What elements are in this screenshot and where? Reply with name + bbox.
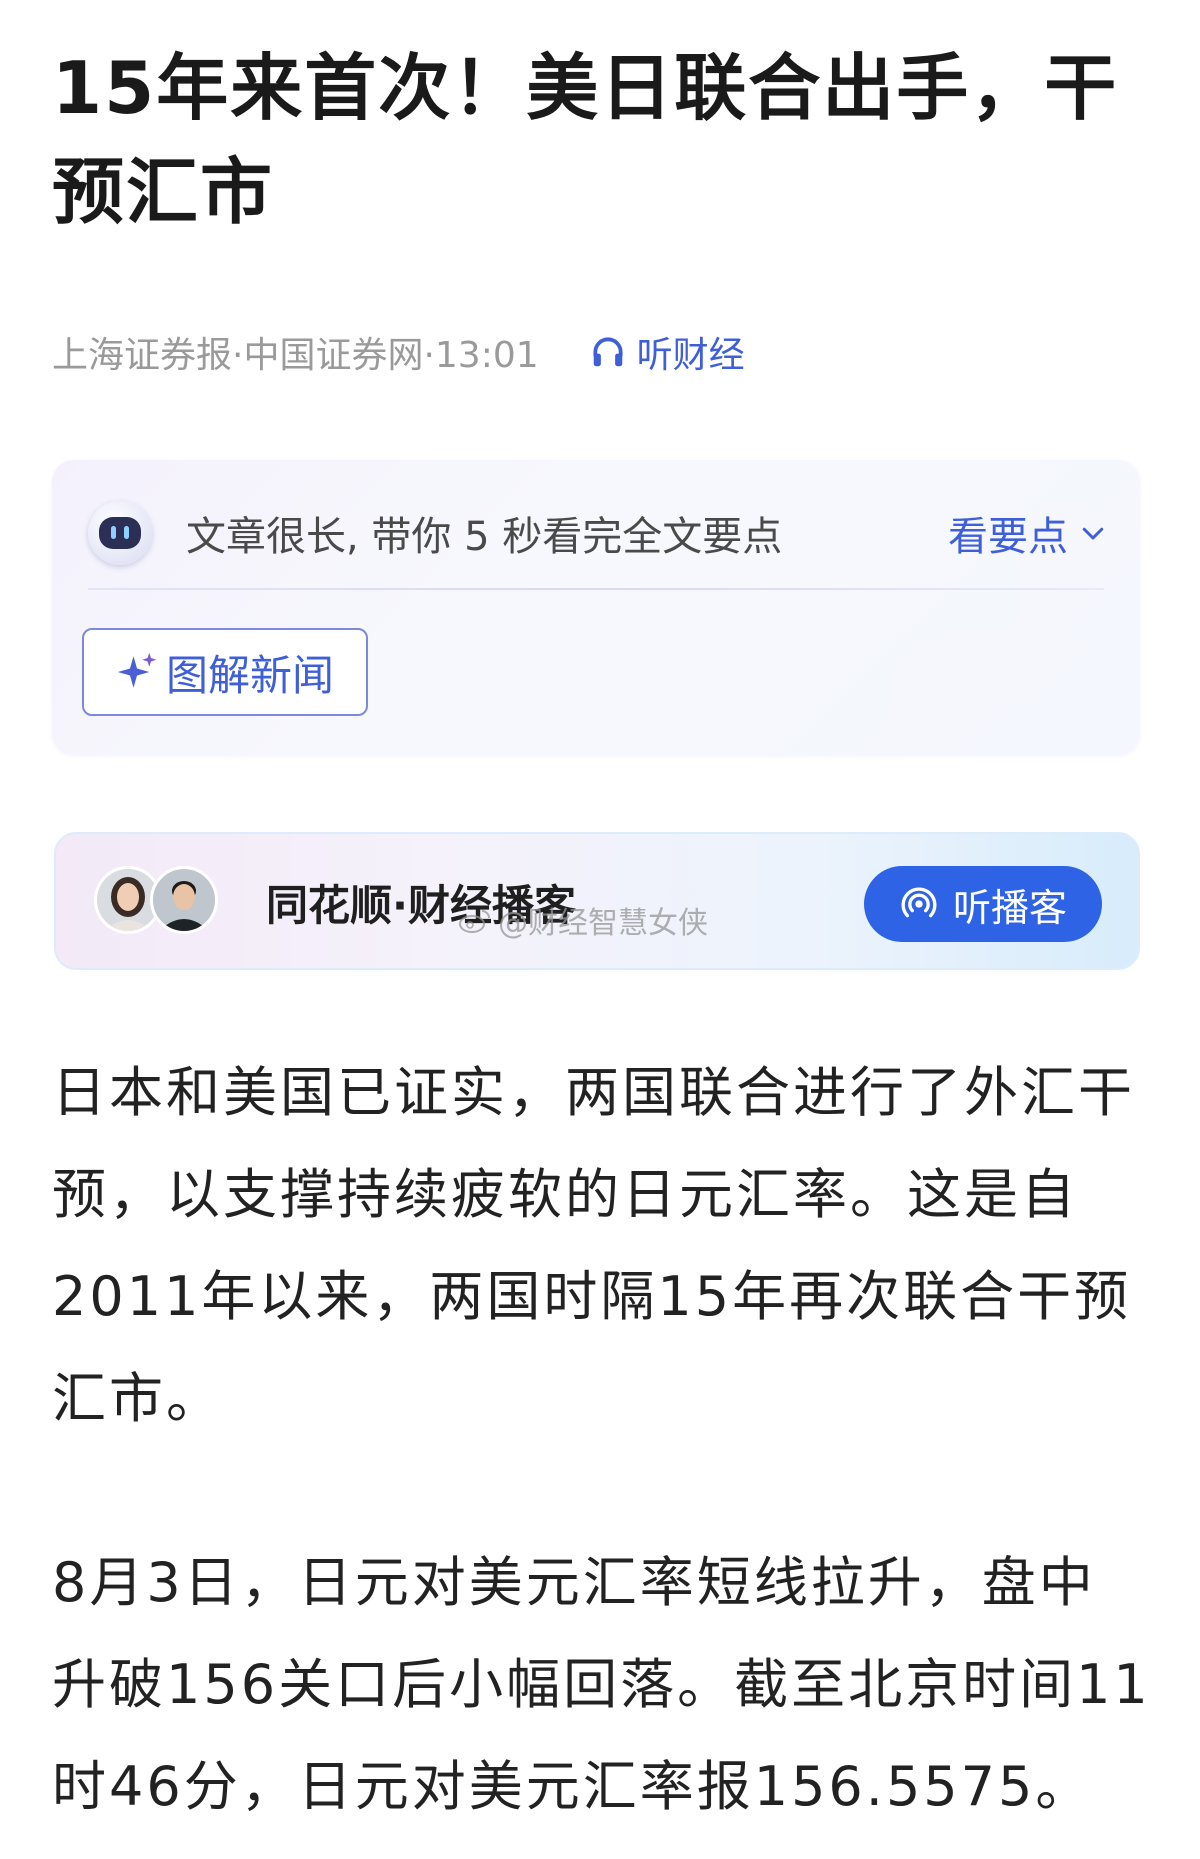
key-points-label: 看要点	[948, 514, 1068, 560]
listen-podcast-button[interactable]: 听播客	[864, 866, 1102, 942]
listen-finance-button[interactable]: 听财经	[589, 326, 745, 378]
article-title: 15年来首次！美日联合出手，干预汇市	[52, 46, 1119, 234]
podcast-hosts	[94, 866, 234, 938]
article-paragraph: 8月3日，日元对美元汇率短线拉升，盘中升破156关口后小幅回落。截至北京时间11…	[52, 1551, 1151, 1818]
article-page: 15年来首次！美日联合出手，干预汇市 上海证券报·中国证券网·13:01 听财经…	[0, 0, 1200, 1859]
article-meta: 上海证券报·中国证券网·13:01 听财经	[52, 322, 745, 382]
watermark-text: @财经智慧女侠	[498, 906, 708, 941]
article-paragraph: 日本和美国已证实，两国联合进行了外汇干预，以支撑持续疲软的日元汇率。这是自201…	[52, 1061, 1135, 1430]
ai-summary-card: 文章很长, 带你 5 秒看完全文要点 看要点 图解新闻	[52, 460, 1140, 755]
summary-text: 文章很长, 带你 5 秒看完全文要点	[186, 514, 783, 560]
summary-row[interactable]: 文章很长, 带你 5 秒看完全文要点 看要点	[88, 488, 1108, 578]
sparkle-icon	[117, 652, 157, 688]
article-source: 上海证券报·中国证券网·13:01	[52, 335, 539, 376]
weibo-icon	[459, 910, 490, 933]
weibo-watermark: @财经智慧女侠	[458, 898, 708, 942]
chevron-down-icon	[1082, 527, 1104, 540]
broadcast-icon	[901, 887, 937, 918]
host-avatar-male	[150, 866, 218, 934]
robot-icon	[88, 501, 152, 565]
illustrated-news-label: 图解新闻	[165, 650, 334, 700]
listen-podcast-label: 听播客	[952, 885, 1067, 930]
illustrated-news-button[interactable]: 图解新闻	[82, 628, 368, 716]
listen-finance-label: 听财经	[636, 335, 745, 376]
key-points-button[interactable]: 看要点	[948, 504, 1108, 562]
headphones-icon	[593, 337, 623, 367]
summary-divider	[88, 588, 1104, 590]
